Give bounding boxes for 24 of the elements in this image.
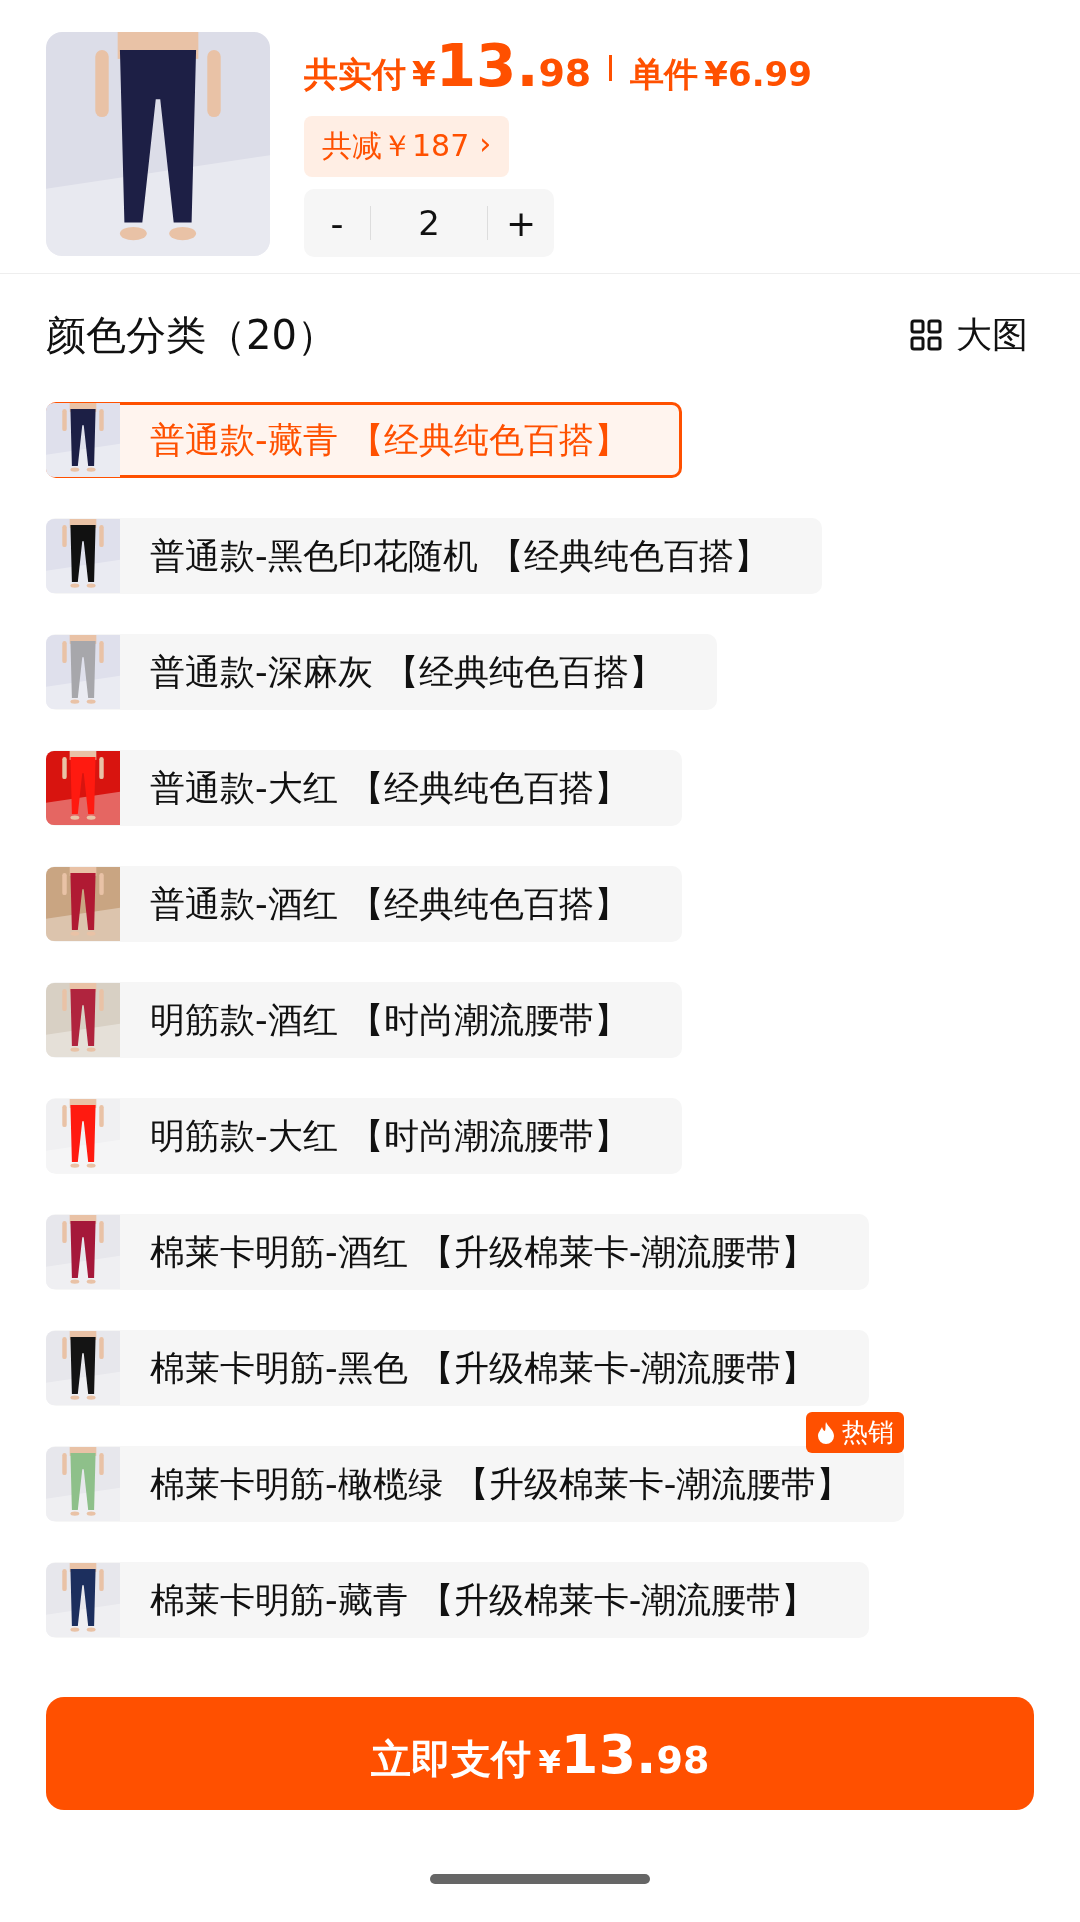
section-title: 颜色分类（20） bbox=[46, 310, 337, 360]
total-label: 共实付 bbox=[304, 53, 406, 96]
plus-button[interactable]: + bbox=[488, 201, 554, 245]
color-option[interactable]: 普通款-黑色印花随机 【经典纯色百搭】 bbox=[46, 518, 822, 594]
color-option[interactable]: 明筋款-酒红 【时尚潮流腰带】 bbox=[46, 982, 682, 1058]
color-option[interactable]: 棉莱卡明筋-藏青 【升级棉莱卡-潮流腰带】 bbox=[46, 1562, 870, 1638]
color-option[interactable]: 明筋款-大红 【时尚潮流腰带】 bbox=[46, 1098, 682, 1174]
quantity-value[interactable]: 2 bbox=[370, 206, 488, 240]
color-option[interactable]: 普通款-深麻灰 【经典纯色百搭】 bbox=[46, 634, 717, 710]
total-price-decimals: 98 bbox=[538, 51, 592, 95]
minus-button[interactable]: - bbox=[304, 201, 370, 245]
large-view-toggle[interactable]: 大图 bbox=[904, 309, 1034, 361]
flame-icon bbox=[816, 1420, 837, 1445]
color-option[interactable]: 普通款-酒红 【经典纯色百搭】 bbox=[46, 866, 682, 942]
unit-price-label: 单件 bbox=[630, 53, 699, 96]
currency-sign: ¥ bbox=[412, 54, 436, 94]
color-option[interactable]: 普通款-大红 【经典纯色百搭】 bbox=[46, 750, 682, 826]
color-option[interactable]: 棉莱卡明筋-酒红 【升级棉莱卡-潮流腰带】 bbox=[46, 1214, 870, 1290]
hot-sale-badge: 热销 bbox=[806, 1412, 905, 1453]
color-option[interactable]: 棉莱卡明筋-橄榄绿 【升级棉莱卡-潮流腰带】 bbox=[46, 1446, 905, 1522]
total-price: 13. bbox=[435, 32, 539, 100]
color-option[interactable]: 棉莱卡明筋-黑色 【升级棉莱卡-潮流腰带】 bbox=[46, 1330, 870, 1406]
unit-price: ¥6.99 bbox=[704, 54, 812, 94]
grid-icon bbox=[910, 319, 942, 351]
